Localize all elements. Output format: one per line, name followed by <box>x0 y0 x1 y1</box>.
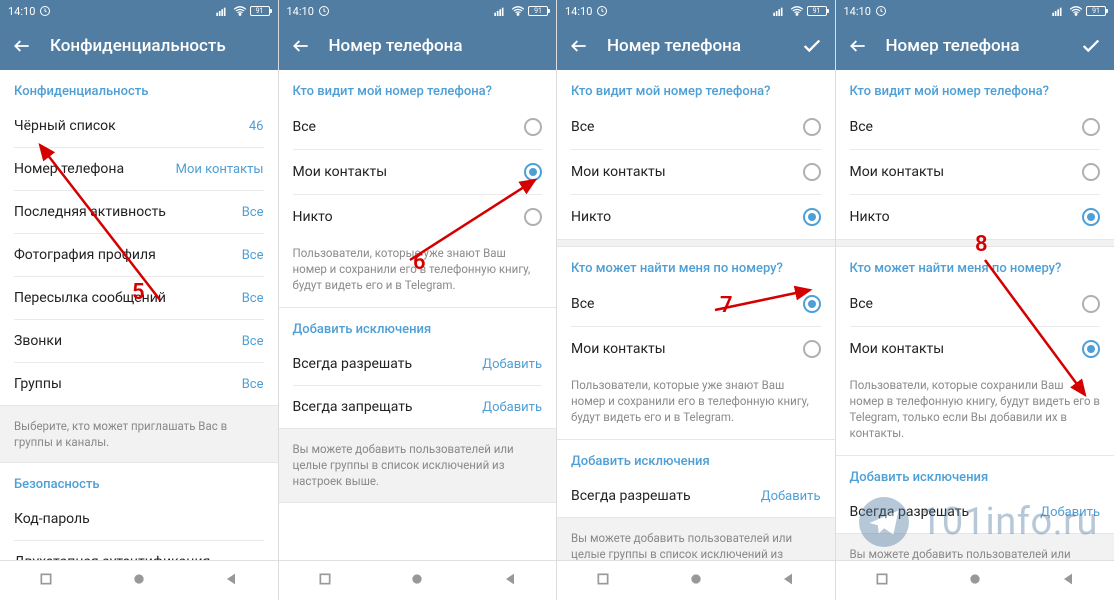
nav-bar <box>279 560 557 600</box>
row-photo[interactable]: Фотография профиляВсе <box>0 234 278 276</box>
confirm-icon[interactable] <box>801 35 823 57</box>
row-twostep[interactable]: Двухэтапная аутентификация <box>0 541 278 560</box>
status-bar: 14:10 91 <box>836 0 1114 22</box>
nav-back-icon[interactable] <box>502 571 518 591</box>
row-phone[interactable]: Номер телефонаМои контакты <box>0 148 278 190</box>
radio-contacts[interactable]: Мои контакты <box>279 150 557 194</box>
row-lastseen[interactable]: Последняя активностьВсе <box>0 191 278 233</box>
hint-who: Пользователи, которые уже знают Ваш номе… <box>279 239 557 307</box>
radio-nobody[interactable]: Никто <box>279 195 557 239</box>
radio-find-all[interactable]: Все <box>836 282 1114 326</box>
panel-phone-3: 14:10 91 Номер телефона Кто видит мой но… <box>836 0 1114 600</box>
section-exceptions: Добавить исключения <box>836 456 1114 491</box>
hint-find: Пользователи, которые сохранили Ваш номе… <box>836 371 1114 455</box>
row-forward[interactable]: Пересылка сообщенийВсе <box>0 277 278 319</box>
radio-find-contacts[interactable]: Мои контакты <box>557 327 835 371</box>
screen-title: Номер телефона <box>329 36 545 56</box>
row-passcode[interactable]: Код-пароль <box>0 498 278 540</box>
row-calls[interactable]: ЗвонкиВсе <box>0 320 278 362</box>
status-bar: 14:10 91 <box>557 0 835 22</box>
panel-phone-1: 14:10 91 Номер телефона Кто видит мой но… <box>279 0 558 600</box>
nav-bar <box>0 560 278 600</box>
hint-groups: Выберите, кто может приглашать Вас в гру… <box>0 405 278 463</box>
back-icon[interactable] <box>12 36 32 56</box>
back-icon[interactable] <box>291 36 311 56</box>
section-who-sees: Кто видит мой номер телефона? <box>279 70 557 105</box>
radio-nobody[interactable]: Никто <box>557 195 835 239</box>
nav-bar <box>836 560 1114 600</box>
confirm-icon[interactable] <box>1080 35 1102 57</box>
row-always-allow[interactable]: Всегда разрешатьДобавить <box>836 491 1114 533</box>
nav-home-icon[interactable] <box>409 571 425 591</box>
row-blacklist[interactable]: Чёрный список46 <box>0 105 278 147</box>
nav-back-icon[interactable] <box>1060 571 1076 591</box>
nav-home-icon[interactable] <box>967 571 983 591</box>
hint-find: Пользователи, которые уже знают Ваш номе… <box>557 371 835 439</box>
app-bar: Номер телефона <box>836 22 1114 70</box>
hint-exceptions: Вы можете добавить пользователей или цел… <box>836 533 1114 560</box>
app-bar: Номер телефона <box>279 22 557 70</box>
screen-title: Номер телефона <box>607 36 783 56</box>
section-find: Кто может найти меня по номеру? <box>557 247 835 282</box>
panel-phone-2: 14:10 91 Номер телефона Кто видит мой но… <box>557 0 836 600</box>
radio-find-all[interactable]: Все <box>557 282 835 326</box>
section-exceptions: Добавить исключения <box>557 440 835 475</box>
back-icon[interactable] <box>569 36 589 56</box>
radio-everybody[interactable]: Все <box>836 105 1114 149</box>
row-groups[interactable]: ГруппыВсе <box>0 363 278 405</box>
row-always-allow[interactable]: Всегда разрешатьДобавить <box>557 475 835 517</box>
app-bar: Номер телефона <box>557 22 835 70</box>
hint-exceptions: Вы можете добавить пользователей или цел… <box>279 428 557 502</box>
section-exceptions: Добавить исключения <box>279 308 557 343</box>
status-bar: 14:10 91 <box>0 0 278 22</box>
nav-bar <box>557 560 835 600</box>
status-bar: 14:10 91 <box>279 0 557 22</box>
section-security: Безопасность <box>0 463 278 498</box>
section-who-sees: Кто видит мой номер телефона? <box>836 70 1114 105</box>
hint-exceptions: Вы можете добавить пользователей или цел… <box>557 517 835 560</box>
panel-privacy: 14:10 91 Конфиденциальность Конфиденциал… <box>0 0 279 600</box>
radio-contacts[interactable]: Мои контакты <box>836 150 1114 194</box>
section-find: Кто может найти меня по номеру? <box>836 247 1114 282</box>
row-always-deny[interactable]: Всегда запрещатьДобавить <box>279 386 557 428</box>
section-privacy: Конфиденциальность <box>0 70 278 105</box>
nav-recent-icon[interactable] <box>317 571 333 591</box>
radio-everybody[interactable]: Все <box>557 105 835 149</box>
nav-recent-icon[interactable] <box>38 571 54 591</box>
nav-back-icon[interactable] <box>223 571 239 591</box>
nav-home-icon[interactable] <box>131 571 147 591</box>
nav-back-icon[interactable] <box>780 571 796 591</box>
radio-contacts[interactable]: Мои контакты <box>557 150 835 194</box>
row-always-allow[interactable]: Всегда разрешатьДобавить <box>279 343 557 385</box>
back-icon[interactable] <box>848 36 868 56</box>
nav-home-icon[interactable] <box>688 571 704 591</box>
screen-title: Номер телефона <box>886 36 1063 56</box>
nav-recent-icon[interactable] <box>874 571 890 591</box>
screen-title: Конфиденциальность <box>50 36 266 56</box>
radio-find-contacts[interactable]: Мои контакты <box>836 327 1114 371</box>
radio-nobody[interactable]: Никто <box>836 195 1114 239</box>
section-who-sees: Кто видит мой номер телефона? <box>557 70 835 105</box>
radio-everybody[interactable]: Все <box>279 105 557 149</box>
app-bar: Конфиденциальность <box>0 22 278 70</box>
nav-recent-icon[interactable] <box>595 571 611 591</box>
